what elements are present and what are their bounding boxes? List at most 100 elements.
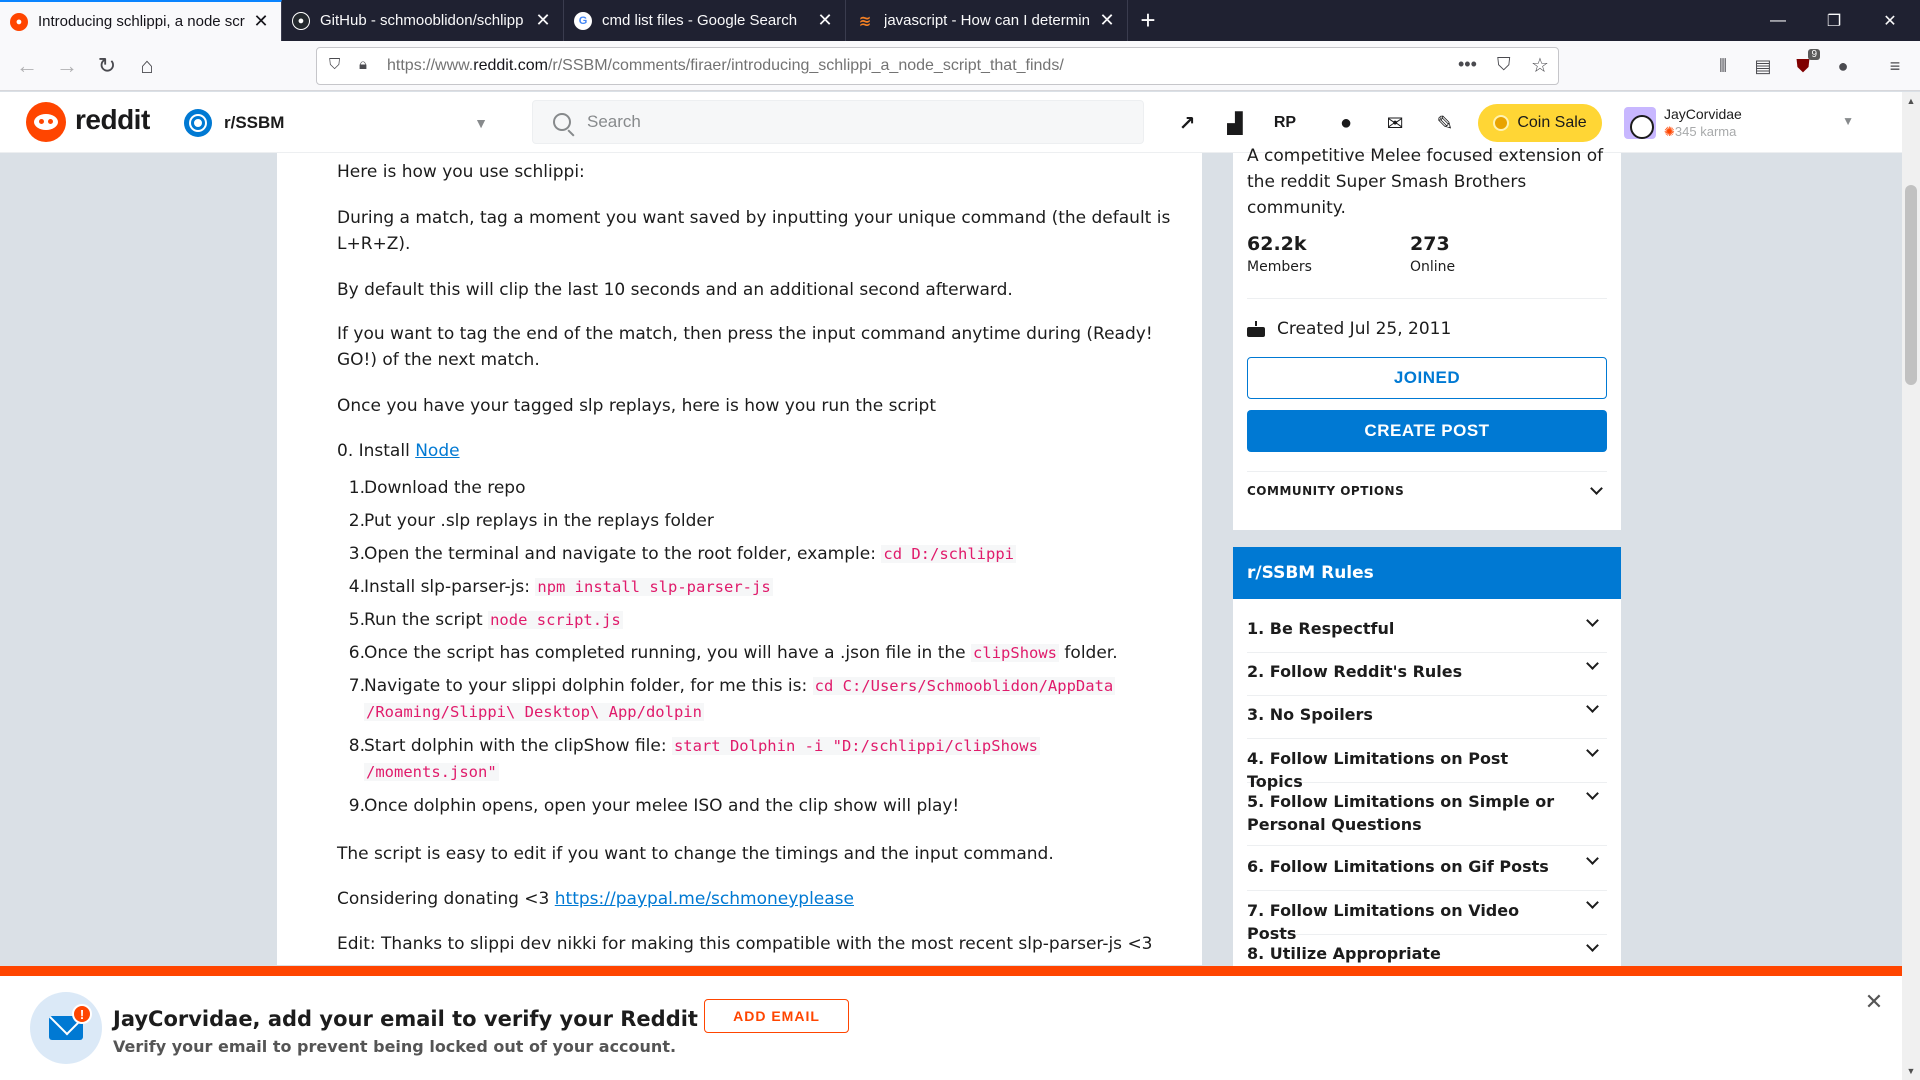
coin-sale-button[interactable]: Coin Sale [1478, 104, 1602, 142]
home-icon[interactable]: ⌂ [130, 49, 164, 83]
post-paragraph: Here is how you use schlippi: [337, 162, 585, 182]
forward-arrow-icon[interactable]: → [50, 49, 84, 83]
community-about-card: A competitive Melee focused extension of… [1233, 146, 1621, 530]
rules-title: r/SSBM Rules [1233, 547, 1621, 599]
rule-item[interactable]: 1. Be Respectful [1247, 614, 1607, 653]
tab-close-icon[interactable]: ✕ [251, 11, 271, 32]
subreddit-dropdown[interactable]: r/SSBM ▼ [184, 104, 498, 142]
ublock-count-badge: 9 [1808, 49, 1820, 60]
chevron-down-icon [1586, 614, 1599, 627]
bookmark-star-icon[interactable]: ☆ [1531, 53, 1549, 78]
ublock-icon[interactable]: ⛊ 9 [1786, 49, 1820, 83]
banner-subtitle: Verify your email to prevent being locke… [113, 1037, 677, 1056]
chevron-down-icon [1586, 852, 1599, 865]
sidebar-toggle-icon[interactable]: ▤ [1746, 49, 1780, 83]
tab-title: GitHub - schmooblidon/schlipp [320, 12, 524, 29]
chevron-down-icon [1590, 482, 1603, 495]
karma-count: ✺345 karma [1664, 124, 1737, 139]
leaderboard-icon[interactable]: ▟ [1218, 106, 1252, 140]
code-snippet: node script.js [488, 611, 623, 629]
browser-tab-bar: ● Introducing schlippi, a node scr ✕ ● G… [0, 0, 1920, 41]
url-text[interactable]: https://www.reddit.com/r/SSBM/comments/f… [387, 57, 1064, 75]
community-options-label: COMMUNITY OPTIONS [1247, 484, 1405, 498]
chevron-down-icon: ▼ [1842, 114, 1854, 128]
tab-close-icon[interactable]: ✕ [815, 10, 835, 31]
account-icon[interactable]: ● [1826, 49, 1860, 83]
subreddit-name: r/SSBM [224, 113, 285, 132]
reload-icon[interactable]: ↻ [90, 49, 124, 83]
browser-tab-reddit[interactable]: ● Introducing schlippi, a node scr ✕ [0, 0, 282, 41]
scroll-down-arrow-icon[interactable]: ▼ [1902, 1062, 1920, 1080]
reddit-wordmark[interactable]: reddit [75, 104, 150, 136]
chevron-down-icon [1586, 787, 1599, 800]
browser-tab-stackoverflow[interactable]: ≋ javascript - How can I determin ✕ [846, 0, 1128, 41]
close-icon[interactable]: ✕ [1862, 989, 1886, 1014]
tab-close-icon[interactable]: ✕ [1097, 10, 1117, 31]
tab-title: javascript - How can I determin [884, 12, 1090, 29]
user-menu[interactable]: JayCorvidae ✺345 karma ▼ [1624, 100, 1874, 146]
address-bar[interactable]: ⛉ 🔒︎ https://www.reddit.com/r/SSBM/comme… [316, 47, 1559, 85]
stackoverflow-icon: ≋ [858, 12, 872, 30]
github-icon: ● [292, 11, 310, 30]
rule-item[interactable]: 3. No Spoilers [1247, 700, 1607, 739]
node-link[interactable]: Node [415, 441, 459, 461]
tab-title: cmd list files - Google Search [602, 12, 798, 29]
browser-tab-google[interactable]: G cmd list files - Google Search ✕ [564, 0, 846, 41]
browser-tab-github[interactable]: ● GitHub - schmooblidon/schlipp ✕ [282, 0, 564, 41]
reddit-logo-icon[interactable] [26, 102, 66, 142]
email-icon: ! [30, 992, 102, 1064]
scrollbar-thumb[interactable] [1905, 185, 1917, 385]
close-window-button[interactable]: ✕ [1860, 0, 1920, 41]
chevron-down-icon [1586, 744, 1599, 757]
search-input[interactable] [587, 112, 1087, 132]
code-snippet: cd C:/Users/Schmooblidon/AppData [812, 677, 1116, 695]
search-bar[interactable] [532, 100, 1144, 144]
community-options-toggle[interactable]: COMMUNITY OPTIONS [1247, 471, 1607, 511]
paypal-link[interactable]: https://paypal.me/schmoneyplease [555, 889, 854, 909]
rule-item[interactable]: 7. Follow Limitations on Video Posts [1247, 896, 1607, 943]
code-snippet: npm install slp-parser-js [535, 578, 773, 596]
chevron-down-icon [1586, 657, 1599, 670]
joined-button[interactable]: JOINED [1247, 357, 1607, 399]
cake-icon [1247, 321, 1265, 337]
rule-item[interactable]: 4. Follow Limitations on Post Topics [1247, 744, 1607, 791]
post-paragraph: If you want to tag the end of the match,… [337, 324, 1153, 370]
restore-button[interactable]: ❐ [1804, 0, 1864, 41]
library-icon[interactable]: ⫴ [1706, 49, 1740, 83]
rule-item[interactable]: 5. Follow Limitations on Simple or Perso… [1247, 787, 1607, 846]
popular-trending-icon[interactable]: ↗ [1170, 106, 1204, 140]
pocket-icon[interactable]: ⛉ [1497, 54, 1511, 75]
alert-icon: ! [72, 1004, 92, 1024]
donate-line: Considering donating <3 https://paypal.m… [337, 889, 854, 909]
create-post-button[interactable]: CREATE POST [1247, 410, 1607, 452]
new-tab-button[interactable]: + [1128, 0, 1168, 41]
coin-sale-label: Coin Sale [1517, 114, 1587, 131]
code-snippet: start Dolphin -i "D:/schlippi/clipShows [671, 737, 1040, 755]
avatar [1624, 107, 1656, 139]
shield-icon[interactable]: ⛉ [329, 56, 340, 73]
add-email-button[interactable]: ADD EMAIL [704, 999, 849, 1033]
banner-title: JayCorvidae, add your email to verify yo… [113, 1007, 807, 1031]
mail-icon[interactable]: ✉ [1378, 106, 1412, 140]
post-card: Here is how you use schlippi: During a m… [277, 153, 1202, 965]
rule-item[interactable]: 6. Follow Limitations on Gif Posts [1247, 852, 1607, 891]
rule-item[interactable]: 2. Follow Reddit's Rules [1247, 657, 1607, 696]
chat-icon[interactable]: ● [1329, 106, 1363, 140]
verify-email-banner: ! JayCorvidae, add your email to verify … [0, 976, 1902, 1080]
rule-item[interactable]: 8. Utilize Appropriate Megathreads [1247, 939, 1607, 967]
back-arrow-icon[interactable]: ← [10, 49, 44, 83]
page-actions-icon[interactable]: ••• [1458, 54, 1477, 75]
scroll-up-arrow-icon[interactable]: ▲ [1902, 92, 1920, 110]
hamburger-menu-icon[interactable]: ≡ [1878, 49, 1912, 83]
divider [1247, 298, 1607, 299]
rpan-icon[interactable]: RP [1268, 106, 1302, 140]
created-date: Created Jul 25, 2011 [1247, 319, 1451, 339]
banner-accent-bar [0, 966, 1902, 976]
post-paragraph: The script is easy to edit if you want t… [337, 844, 1054, 864]
community-description: A competitive Melee focused extension of… [1247, 146, 1604, 218]
tab-close-icon[interactable]: ✕ [533, 10, 553, 31]
lock-icon[interactable]: 🔒︎ [359, 56, 367, 73]
install-node-line: 0. Install Node [337, 441, 460, 461]
minimize-button[interactable]: — [1748, 0, 1808, 41]
create-post-pencil-icon[interactable]: ✎ [1428, 106, 1462, 140]
